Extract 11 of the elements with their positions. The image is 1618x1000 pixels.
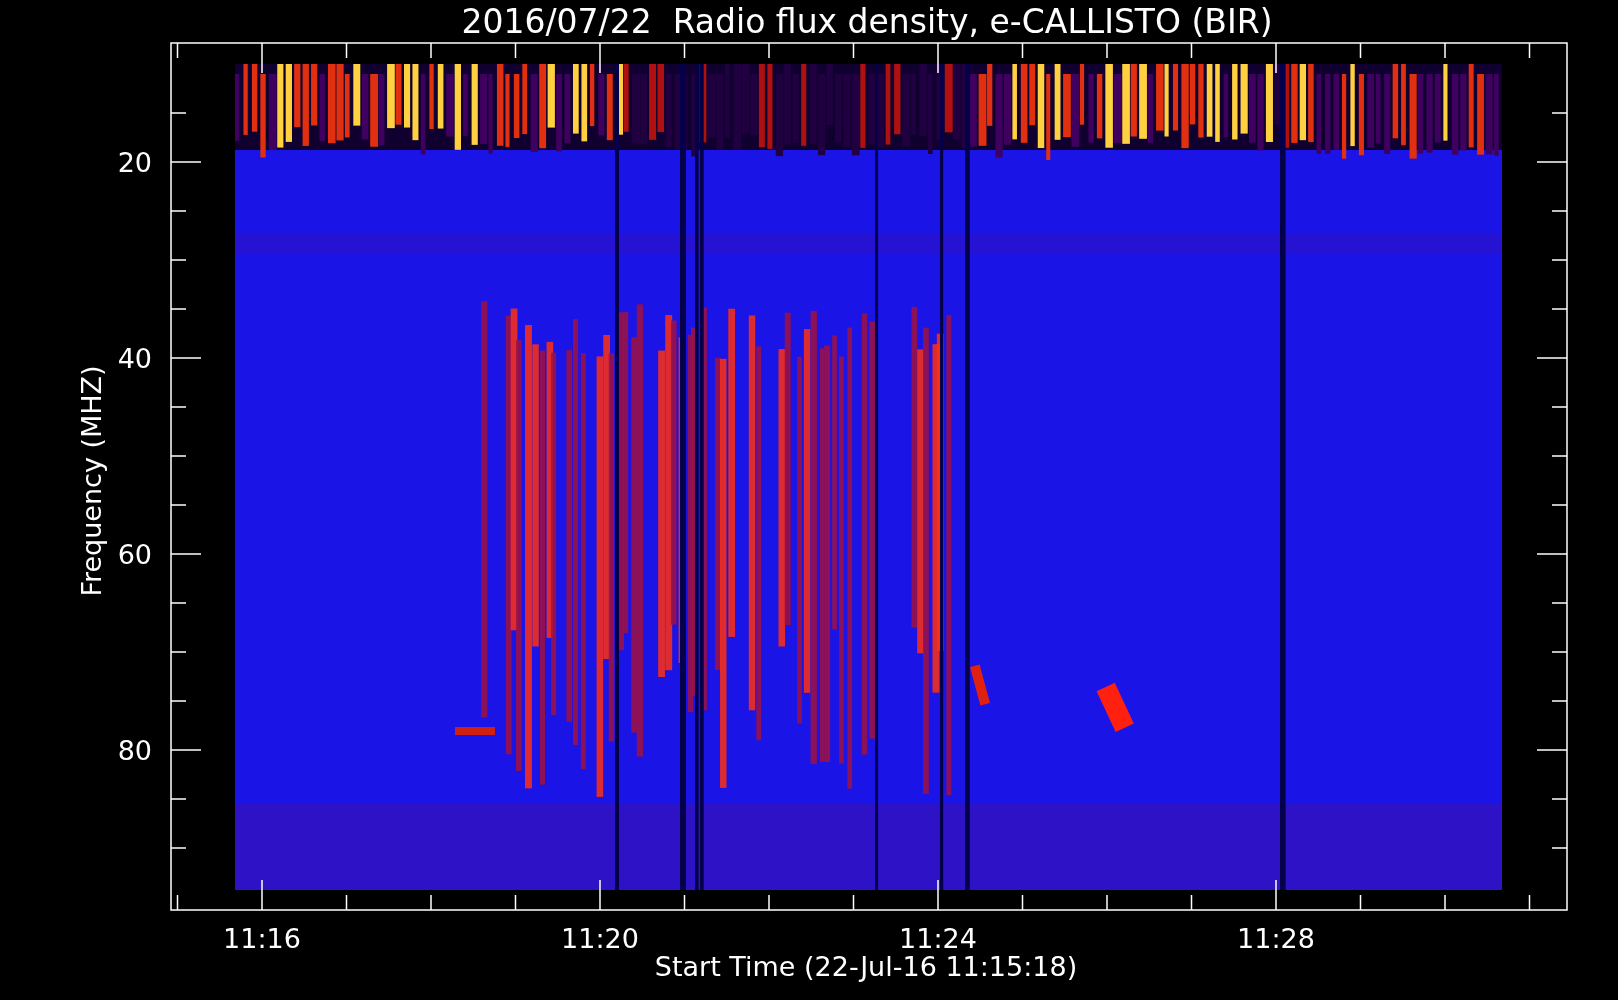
y-tick-label: 40	[117, 343, 152, 374]
x-tick-label: 11:28	[1237, 923, 1315, 954]
y-tick-label: 80	[117, 735, 152, 766]
y-axis-label: Frequency (MHZ)	[76, 365, 107, 597]
y-tick-label: 60	[117, 539, 152, 570]
x-tick-label: 11:24	[899, 923, 977, 954]
chart-title: 2016/07/22 Radio flux density, e-CALLISTO (BIR)	[461, 2, 1273, 41]
y-tick-label: 20	[117, 147, 152, 178]
x-tick-label: 11:16	[223, 923, 301, 954]
x-tick-label: 11:20	[561, 923, 639, 954]
x-axis-label: Start Time (22-Jul-16 11:15:18)	[654, 951, 1078, 982]
